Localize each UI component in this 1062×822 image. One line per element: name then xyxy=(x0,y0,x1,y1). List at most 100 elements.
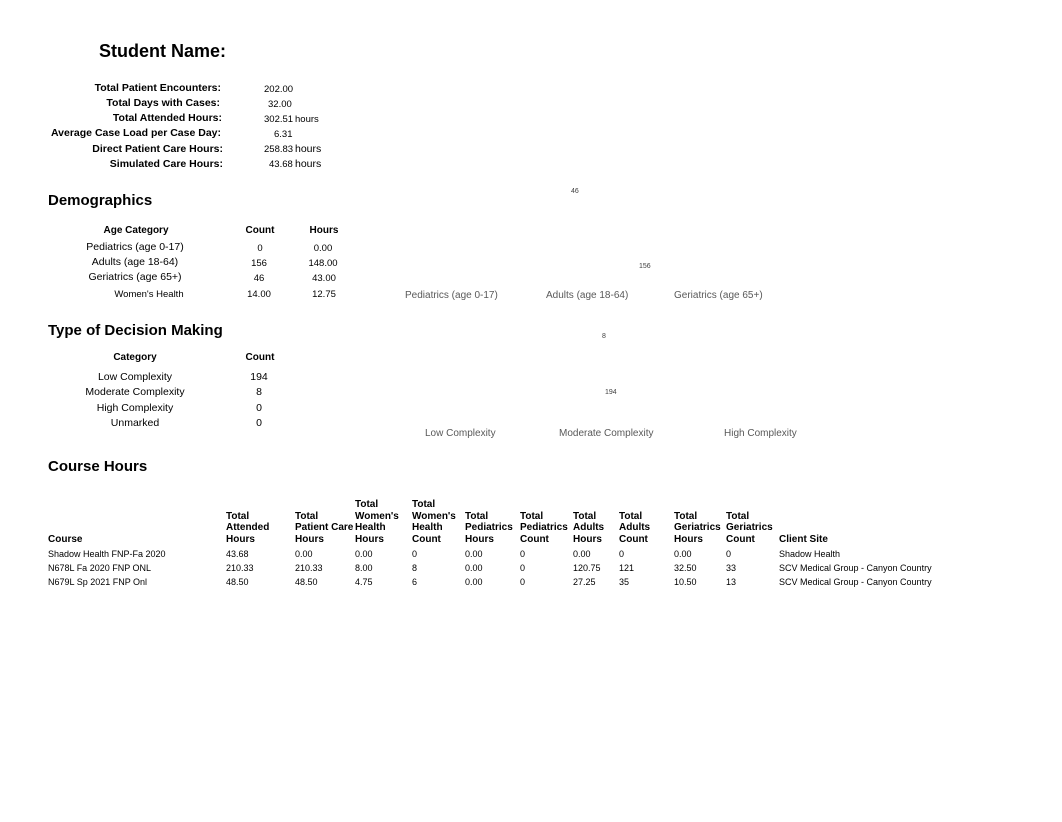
table-cell: 48.50 xyxy=(226,577,249,587)
table-cell: 0.00 xyxy=(465,563,483,573)
summary-label: Simulated Care Hours: xyxy=(109,158,223,170)
column-header-line: Total xyxy=(619,510,643,522)
column-header: Hours xyxy=(309,225,339,236)
column-header-line: Hours xyxy=(573,533,602,545)
column-header: Total Women's Health Count xyxy=(412,499,456,545)
summary-value: 258.83 xyxy=(264,144,294,155)
column-header: Total Pediatrics Hours xyxy=(465,511,513,546)
table-cell: 0 xyxy=(520,549,526,559)
column-header-line: Total xyxy=(295,510,319,522)
column-header-line: Total xyxy=(726,510,750,522)
column-header-line: Geriatrics xyxy=(726,522,773,533)
summary-label: Average Case Load per Case Day: xyxy=(50,127,221,139)
column-header-line: Attended xyxy=(226,522,270,533)
column-header: Age Category xyxy=(103,225,169,236)
table-cell: 48.50 xyxy=(295,577,318,587)
summary-value: 302.51 xyxy=(264,114,294,125)
table-cell: 156 xyxy=(251,258,267,269)
table-cell: 13 xyxy=(726,577,737,587)
column-header-line: Count xyxy=(726,533,755,545)
column-header-line: Pediatrics xyxy=(465,522,513,533)
column-header: Total Attended Hours xyxy=(226,511,269,546)
table-cell: Moderate Complexity xyxy=(85,386,185,398)
table-cell: High Complexity xyxy=(96,402,174,414)
data-label: 46 xyxy=(571,188,579,195)
table-cell: 121 xyxy=(619,563,635,573)
legend-item: Adults (age 18-64) xyxy=(546,290,629,301)
column-header-line: Women's xyxy=(412,510,456,522)
summary-value: 32.00 xyxy=(268,99,292,110)
table-cell: SCV Medical Group - Canyon Country xyxy=(779,563,932,573)
table-cell: 210.33 xyxy=(295,563,323,573)
legend-item: High Complexity xyxy=(724,428,797,439)
table-cell: 12.75 xyxy=(312,289,336,300)
table-cell: 210.33 xyxy=(226,563,254,573)
table-cell: 0 xyxy=(256,417,262,429)
page-title: Student Name: xyxy=(99,41,227,61)
summary-value: 202.00 xyxy=(264,84,294,95)
data-label: 8 xyxy=(602,333,606,340)
summary-unit: hours xyxy=(295,158,322,170)
data-label: 194 xyxy=(605,389,617,396)
table-cell: 0.00 xyxy=(313,243,333,254)
column-header-line: Women's xyxy=(355,510,399,522)
column-header-line: Hours xyxy=(226,533,255,545)
column-header-line: Pediatrics xyxy=(520,522,568,533)
column-header-line: Total xyxy=(573,510,597,522)
table-cell: 10.50 xyxy=(674,577,697,587)
legend-item: Low Complexity xyxy=(425,428,496,439)
table-cell: 0 xyxy=(520,563,526,573)
column-header: Total Adults Hours xyxy=(573,511,604,546)
legend-item: Moderate Complexity xyxy=(559,428,654,439)
column-header-line: Client Site xyxy=(779,533,828,545)
summary-label: Total Patient Encounters: xyxy=(94,82,221,94)
column-header-line: Count xyxy=(412,533,441,545)
table-cell: Low Complexity xyxy=(97,371,173,383)
summary-label: Total Days with Cases: xyxy=(106,97,220,109)
column-header-line: Total xyxy=(520,510,544,522)
column-header-line: Hours xyxy=(295,533,324,545)
table-cell: 33 xyxy=(726,563,737,573)
table-cell: Shadow Health xyxy=(779,549,841,559)
table-cell: 6 xyxy=(412,577,418,587)
table-cell: 0.00 xyxy=(295,549,313,559)
column-header-line: Total xyxy=(674,510,698,522)
table-cell: 8.00 xyxy=(355,563,373,573)
table-cell: 0.00 xyxy=(465,549,483,559)
column-header-line: Adults xyxy=(573,522,605,533)
column-header: Total Adults Count xyxy=(619,511,650,546)
column-header: Total Geriatrics Count xyxy=(726,511,773,546)
table-cell: Shadow Health FNP-Fa 2020 xyxy=(48,549,166,559)
table-cell: 0.00 xyxy=(465,577,483,587)
column-header-line: Adults xyxy=(619,522,651,533)
table-cell: N678L Fa 2020 FNP ONL xyxy=(48,563,152,573)
legend-item: Geriatrics (age 65+) xyxy=(674,290,763,301)
column-header: Total Patient Care Hours xyxy=(295,511,353,546)
data-label: 156 xyxy=(639,263,651,270)
column-header-line: Hours xyxy=(465,533,494,545)
table-cell: 148.00 xyxy=(308,258,338,269)
table-cell: Women's Health xyxy=(114,289,184,300)
course-hours-heading: Course Hours xyxy=(48,458,148,475)
table-cell: 32.50 xyxy=(674,563,697,573)
table-cell: 120.75 xyxy=(573,563,601,573)
summary-unit: hours xyxy=(295,143,322,155)
column-header-line: Hours xyxy=(355,533,384,545)
table-cell: 8 xyxy=(412,563,418,573)
summary-label: Total Attended Hours: xyxy=(112,112,222,124)
table-cell: 4.75 xyxy=(355,577,373,587)
column-header-line: Health xyxy=(355,522,386,533)
table-cell: Pediatrics (age 0-17) xyxy=(86,241,184,253)
summary-value: 6.31 xyxy=(274,129,293,140)
table-cell: 0 xyxy=(520,577,526,587)
summary-value: 43.68 xyxy=(269,159,293,170)
table-cell: N679L Sp 2021 FNP Onl xyxy=(48,577,148,587)
column-header-line: Total xyxy=(355,499,379,510)
table-cell: 0.00 xyxy=(674,549,692,559)
column-header: Client Site xyxy=(779,534,828,546)
table-cell: 43.68 xyxy=(226,549,249,559)
column-header: Total Geriatrics Hours xyxy=(674,511,721,546)
table-cell: 8 xyxy=(256,386,262,398)
demographics-heading: Demographics xyxy=(48,192,153,209)
table-cell: 0 xyxy=(257,243,263,254)
